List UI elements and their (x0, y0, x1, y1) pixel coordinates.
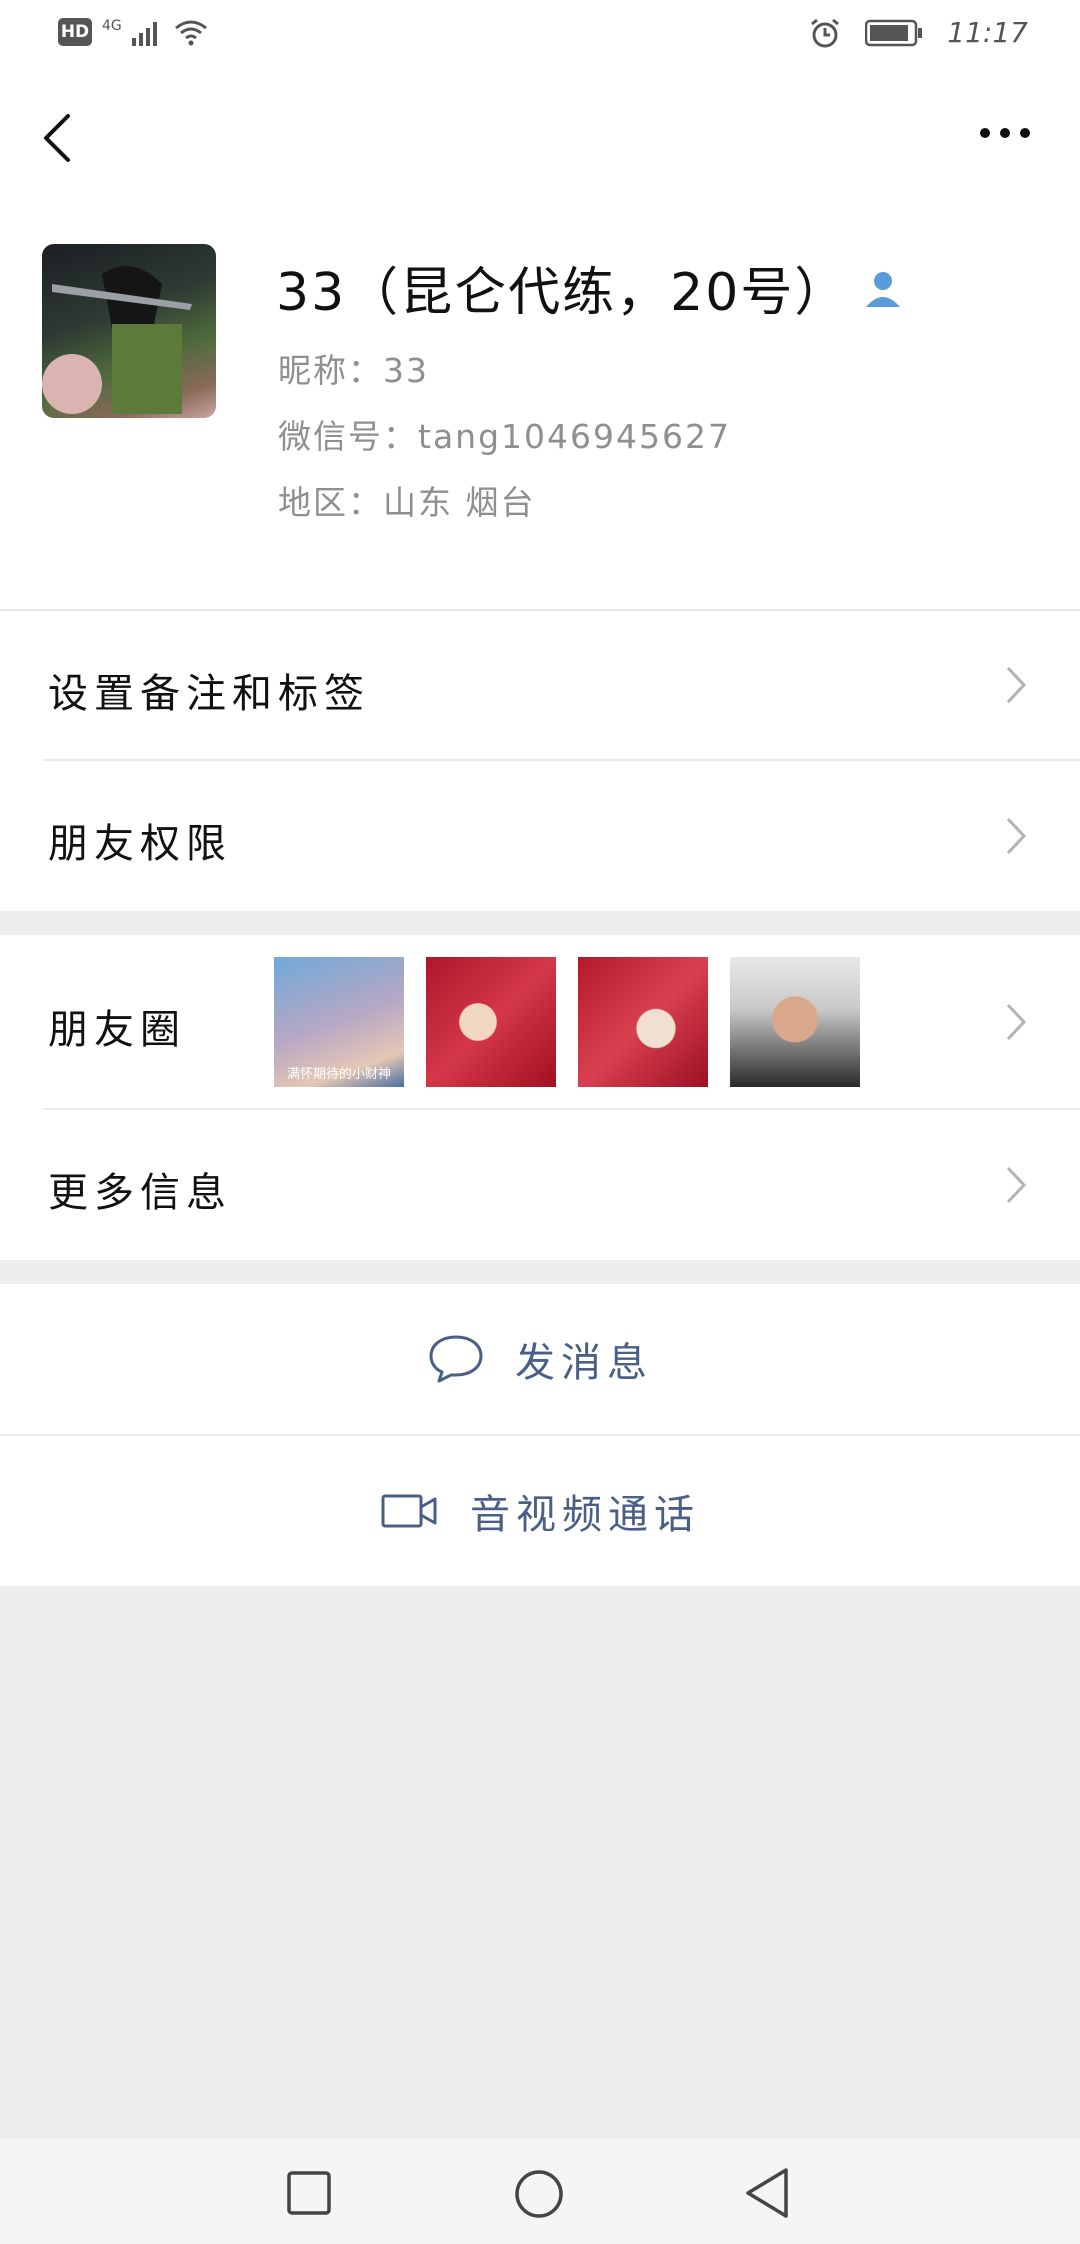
friend-permissions-row[interactable]: 朋友权限 (0, 761, 1080, 911)
wechat-id-text[interactable]: 微信号：tang1046945627 (278, 410, 731, 458)
hd-badge: HD (58, 18, 92, 46)
region-text: 地区：山东 烟台 (278, 483, 536, 522)
signal-icon (131, 22, 157, 46)
moments-thumbnail (730, 957, 860, 1087)
friend-permissions-label: 朋友权限 (48, 821, 232, 867)
wifi-icon (174, 20, 207, 46)
network-label: 4G (102, 18, 122, 34)
alarm-icon (811, 18, 840, 47)
clock: 11:17 (947, 16, 1028, 49)
status-bar: HD 4G 11:17 (0, 0, 1080, 72)
more-info-row[interactable]: 更多信息 (0, 1110, 1080, 1260)
chevron-right-icon (1006, 1003, 1027, 1041)
nickname-text: 昵称：33 (278, 351, 429, 390)
send-message-label: 发消息 (515, 1340, 653, 1386)
more-icon[interactable] (980, 128, 1030, 138)
avatar[interactable] (42, 244, 216, 418)
chevron-right-icon (1006, 817, 1027, 855)
contact-person-icon (866, 271, 901, 307)
video-camera-icon (381, 1494, 437, 1528)
send-message-button[interactable]: 发消息 (0, 1284, 1080, 1434)
avatar-image (42, 266, 192, 414)
status-left: HD 4G (58, 18, 208, 46)
more-info-label: 更多信息 (48, 1170, 232, 1216)
moments-thumbnail (426, 957, 556, 1087)
moments-thumbnail (578, 957, 708, 1087)
chevron-right-icon (1006, 1166, 1027, 1204)
back-icon[interactable] (38, 112, 74, 164)
recent-apps-icon[interactable] (286, 2170, 332, 2216)
back-nav-icon[interactable] (742, 2166, 792, 2220)
moments-thumbnail-caption: 满怀期待的小财神 (286, 1067, 391, 1082)
contact-name: 33（昆仑代练，20号） (276, 263, 849, 323)
chat-bubble-icon (429, 1335, 483, 1383)
video-call-button[interactable]: 音视频通话 (0, 1436, 1080, 1586)
remark-tags-row[interactable]: 设置备注和标签 (0, 611, 1080, 759)
system-nav-bar (0, 2138, 1080, 2244)
home-icon[interactable] (513, 2168, 565, 2220)
video-call-label: 音视频通话 (470, 1492, 700, 1538)
moments-label: 朋友圈 (48, 1007, 186, 1053)
chevron-right-icon (1006, 666, 1027, 704)
status-right: 11:17 (809, 16, 1028, 49)
remark-tags-label: 设置备注和标签 (48, 671, 370, 717)
battery-icon (865, 19, 923, 46)
contact-name-row: 33（昆仑代练，20号） (276, 250, 904, 325)
